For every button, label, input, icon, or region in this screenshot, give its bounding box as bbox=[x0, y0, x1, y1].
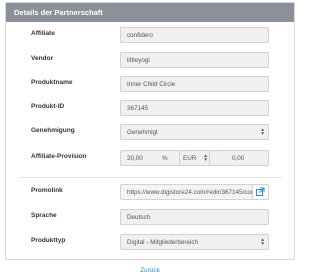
provision-fixed-field[interactable]: 0,00 bbox=[209, 150, 269, 166]
vendor-label: Vendor bbox=[31, 55, 54, 62]
produktname-label: Produktname bbox=[31, 79, 73, 86]
provision-row: Affiliate-Provision 20,00 % + EUR ▴▾ 0,0… bbox=[6, 150, 296, 166]
produkttyp-select[interactable]: Digital - Mitgliederbereich ▴ ▾ bbox=[120, 234, 269, 250]
back-link[interactable]: Zurück bbox=[0, 267, 300, 274]
sprache-label: Sprache bbox=[31, 212, 57, 219]
genehmigung-select[interactable]: Genehmigt ▴ ▾ bbox=[120, 124, 269, 140]
sprache-field[interactable]: Deutsch bbox=[120, 209, 269, 225]
produkt-id-label: Produkt-ID bbox=[31, 103, 65, 110]
partnership-details-panel: Details der Partnerschaft Affiliate conf… bbox=[5, 2, 295, 260]
produkttyp-label: Produkttyp bbox=[31, 237, 66, 244]
provision-percent-value: 20,00 bbox=[127, 155, 143, 162]
provision-label: Affiliate-Provision bbox=[31, 153, 87, 160]
promolink-field[interactable]: https://www.digistore24.com/redir/367145… bbox=[120, 184, 253, 200]
select-arrows-icon: ▴ ▾ bbox=[261, 237, 264, 247]
affiliate-label: Affiliate bbox=[31, 30, 55, 37]
genehmigung-label: Genehmigung bbox=[31, 127, 75, 134]
vendor-field[interactable]: littleyogi bbox=[120, 52, 269, 68]
produktname-field[interactable]: Inner Child Circle bbox=[120, 76, 269, 92]
genehmigung-value: Genehmigt bbox=[127, 129, 158, 136]
produkttyp-row: Produkttyp Digital - Mitgliederbereich ▴… bbox=[6, 234, 296, 250]
select-arrows-icon: ▴ ▾ bbox=[204, 153, 207, 163]
panel-title: Details der Partnerschaft bbox=[6, 3, 294, 22]
affiliate-row: Affiliate confidero bbox=[6, 27, 296, 43]
promolink-label: Promolink bbox=[31, 187, 63, 194]
produkttyp-value: Digital - Mitgliederbereich bbox=[127, 239, 199, 246]
percent-unit: % bbox=[162, 155, 168, 162]
currency-value: EUR bbox=[183, 155, 197, 162]
external-link-icon bbox=[256, 187, 265, 196]
genehmigung-row: Genehmigung Genehmigt ▴ ▾ bbox=[6, 124, 296, 140]
section-divider bbox=[20, 177, 282, 178]
produkt-id-field[interactable]: 367145 bbox=[120, 100, 269, 116]
currency-select[interactable]: EUR ▴ ▾ bbox=[179, 150, 210, 166]
select-arrows-icon: ▴ ▾ bbox=[261, 127, 264, 137]
affiliate-field[interactable]: confidero bbox=[120, 27, 269, 43]
produktname-row: Produktname Inner Child Circle bbox=[6, 76, 296, 92]
vendor-row: Vendor littleyogi bbox=[6, 52, 296, 68]
produkt-id-row: Produkt-ID 367145 bbox=[6, 100, 296, 116]
promolink-row: Promolink https://www.digistore24.com/re… bbox=[6, 184, 296, 200]
sprache-row: Sprache Deutsch bbox=[6, 209, 296, 225]
open-promolink-button[interactable] bbox=[253, 184, 269, 200]
